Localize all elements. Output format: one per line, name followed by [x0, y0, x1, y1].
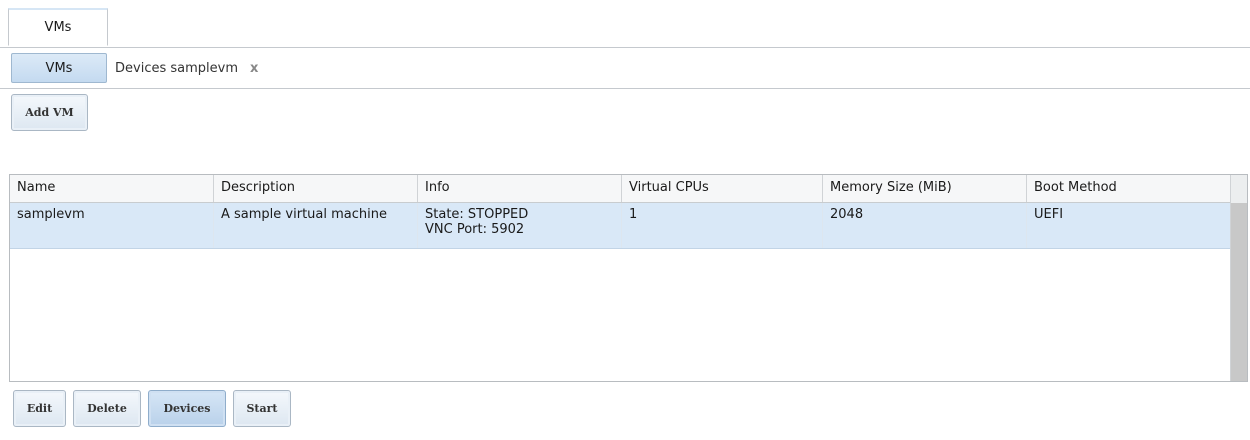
cell-info-state: State: STOPPED: [425, 207, 529, 222]
sub-tab-bar: VMs Devices samplevm x: [0, 48, 1250, 89]
vm-table: Name Description Info Virtual CPUs Memor…: [9, 174, 1248, 382]
subtab-vms[interactable]: VMs: [11, 53, 107, 83]
delete-button[interactable]: Delete: [73, 390, 141, 427]
add-vm-button[interactable]: Add VM: [11, 94, 88, 131]
cell-info-vnc-port: VNC Port: 5902: [425, 222, 525, 237]
column-header-name[interactable]: Name: [10, 175, 214, 202]
vertical-scrollbar[interactable]: [1230, 175, 1247, 381]
subtab-devices-samplevm[interactable]: Devices samplevm x: [115, 53, 258, 83]
column-header-memory-size[interactable]: Memory Size (MiB): [823, 175, 1027, 202]
devices-button[interactable]: Devices: [148, 390, 226, 427]
table-row[interactable]: samplevm A sample virtual machine State:…: [10, 203, 1231, 249]
start-button[interactable]: Start: [233, 390, 291, 427]
scrollbar-thumb[interactable]: [1231, 203, 1247, 381]
edit-button[interactable]: Edit: [13, 390, 66, 427]
close-icon[interactable]: x: [250, 61, 258, 76]
cell-virtual-cpus: 1: [622, 203, 823, 248]
cell-info: State: STOPPED VNC Port: 5902: [418, 203, 622, 248]
cell-description: A sample virtual machine: [214, 203, 418, 248]
cell-name: samplevm: [10, 203, 214, 248]
column-header-boot-method[interactable]: Boot Method: [1027, 175, 1231, 202]
column-header-description[interactable]: Description: [214, 175, 418, 202]
tab-vms[interactable]: VMs: [8, 8, 108, 46]
table-header: Name Description Info Virtual CPUs Memor…: [10, 175, 1231, 203]
subtab-vms-label: VMs: [45, 60, 73, 76]
column-header-info[interactable]: Info: [418, 175, 622, 202]
cell-boot-method: UEFI: [1027, 203, 1231, 248]
cell-memory-size: 2048: [823, 203, 1027, 248]
top-tab-bar: VMs: [0, 0, 1250, 48]
subtab-devices-label: Devices samplevm: [115, 60, 238, 76]
column-header-virtual-cpus[interactable]: Virtual CPUs: [622, 175, 823, 202]
